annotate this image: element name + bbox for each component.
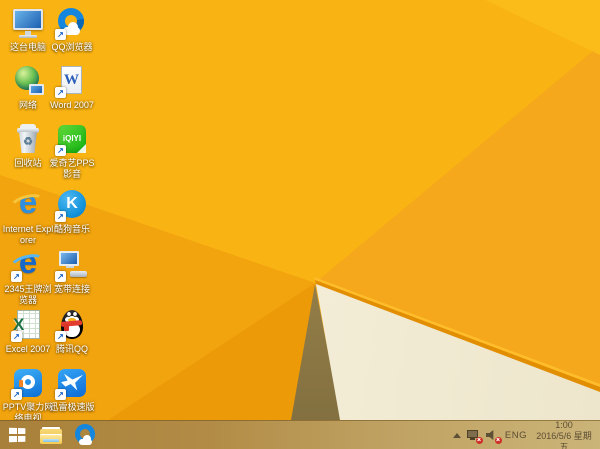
desktop-icon-label: 腾讯QQ [55, 344, 88, 354]
shortcut-arrow-icon: ↗ [55, 29, 66, 40]
desktop[interactable]: 这台电脑 ↗ QQ浏览器 网络 W ↗ Word 2007 ♻ 回收站 iQIYI ↗ 爱奇艺PPS影… [0, 0, 600, 449]
network-disconnected-icon[interactable] [466, 429, 483, 444]
qqbrowser-icon: ↗ [52, 2, 90, 40]
clock[interactable]: 1:00 2016/5/6 星期五 [533, 419, 595, 449]
shortcut-arrow-icon: ↗ [11, 271, 22, 282]
folder-icon [40, 426, 62, 444]
desktop-icon-label: Word 2007 [50, 100, 94, 110]
shortcut-arrow-icon: ↗ [55, 389, 66, 400]
tray-expand-chevron-icon[interactable] [452, 433, 461, 438]
desktop-icon-label: 宽带连接 [53, 284, 90, 294]
shortcut-arrow-icon: ↗ [55, 87, 66, 98]
word-icon: W ↗ [55, 64, 89, 98]
desktop-icon-label: 爱奇艺PPS影音 [49, 158, 95, 179]
taskbar: ENG 1:00 2016/5/6 星期五 [0, 420, 600, 449]
shortcut-arrow-icon: ↗ [55, 211, 66, 222]
desktop-icon-label: QQ浏览器 [51, 42, 93, 52]
desktop-icon-broadband[interactable]: ↗ 宽带连接 [46, 248, 98, 295]
network-icon [11, 64, 45, 98]
desktop-icon-qq[interactable]: ↗ 腾讯QQ [46, 308, 98, 355]
broadband-icon: ↗ [55, 248, 89, 282]
error-badge-icon [494, 436, 502, 444]
desktop-icon-qqbrowser[interactable]: ↗ QQ浏览器 [46, 2, 98, 53]
desktop-icon-word[interactable]: W ↗ Word 2007 [46, 64, 98, 111]
volume-muted-icon[interactable] [485, 429, 502, 444]
desktop-icon-label: 迅雷极速版 [49, 402, 95, 412]
qq-browser-icon [73, 423, 97, 447]
kugou-icon: K ↗ [55, 188, 89, 222]
browser2345-icon: e ↗ [8, 243, 47, 282]
shortcut-arrow-icon: ↗ [55, 145, 66, 156]
desktop-icon-label: 酷狗音乐 [53, 224, 90, 234]
qq-icon: ↗ [55, 308, 89, 342]
desktop-icon-iqiyi[interactable]: iQIYI ↗ 爱奇艺PPS影音 [46, 122, 98, 180]
desktop-icon-kugou[interactable]: K ↗ 酷狗音乐 [46, 188, 98, 235]
system-tray: ENG 1:00 2016/5/6 星期五 [452, 419, 600, 449]
shortcut-arrow-icon: ↗ [55, 331, 66, 342]
pc-icon [11, 6, 45, 40]
start-button[interactable] [0, 421, 34, 449]
error-badge-icon [475, 436, 483, 444]
shortcut-arrow-icon: ↗ [11, 389, 22, 400]
desktop-icons: 这台电脑 ↗ QQ浏览器 网络 W ↗ Word 2007 ♻ 回收站 iQIYI ↗ 爱奇艺PPS影… [0, 0, 600, 423]
file-explorer-button[interactable] [34, 421, 68, 449]
thunder-icon: ↗ [55, 366, 89, 400]
ie-icon: e [8, 183, 47, 222]
shortcut-arrow-icon: ↗ [55, 271, 66, 282]
excel-icon: X ↗ [11, 308, 45, 342]
language-indicator[interactable]: ENG [505, 430, 527, 441]
pptv-icon: ↗ [11, 366, 45, 400]
qq-browser-taskbar-button[interactable] [68, 421, 102, 449]
iqiyi-icon: iQIYI ↗ [55, 122, 89, 156]
shortcut-arrow-icon: ↗ [11, 331, 22, 342]
recycle-icon: ♻ [11, 122, 45, 156]
windows-logo-icon [8, 427, 25, 443]
desktop-icon-thunder[interactable]: ↗ 迅雷极速版 [46, 366, 98, 413]
clock-date: 2016/5/6 星期五 [536, 430, 592, 449]
clock-time: 1:00 [555, 419, 573, 430]
